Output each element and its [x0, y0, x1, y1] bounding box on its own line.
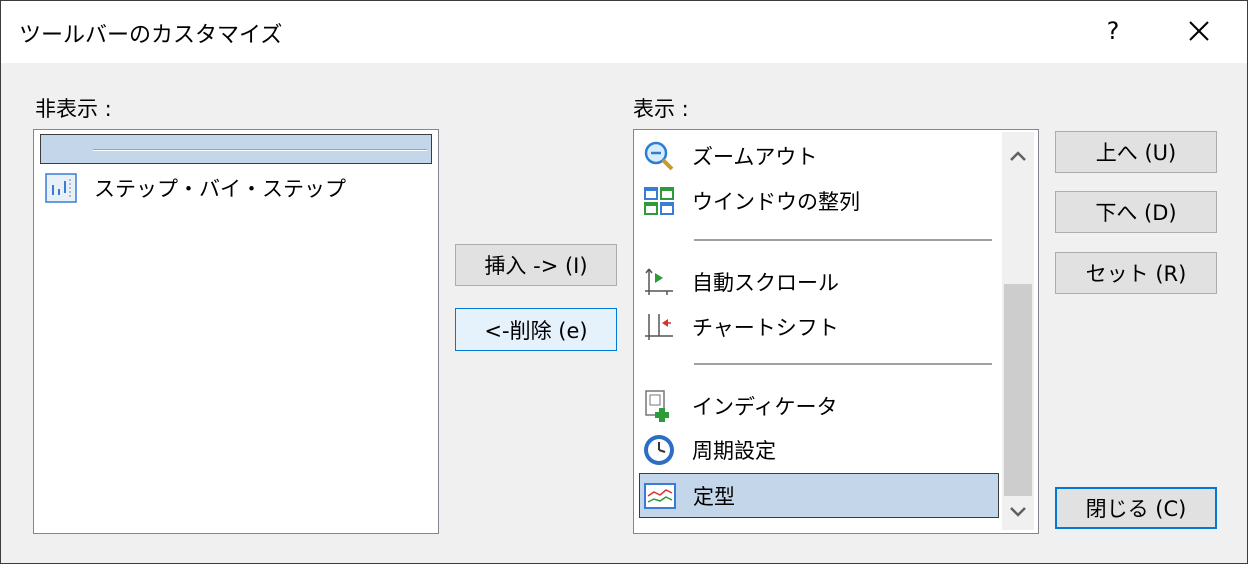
customize-toolbar-dialog: ツールバーのカスタマイズ ? 非表示 : ステップ・バイ・ステップ 挿入 -> …	[0, 0, 1248, 564]
shown-item-auto-scroll[interactable]: 自動スクロール	[634, 260, 1004, 304]
chart-shift-icon	[642, 310, 676, 344]
hidden-list-item-step-by-step[interactable]: ステップ・バイ・ステップ	[38, 166, 434, 210]
tile-windows-icon	[642, 184, 676, 218]
separator-line	[93, 149, 427, 151]
item-label: ウインドウの整列	[692, 190, 860, 214]
title-bar: ツールバーのカスタマイズ ?	[1, 1, 1247, 63]
dialog-title: ツールバーのカスタマイズ	[19, 23, 283, 48]
zoom-out-icon	[642, 139, 676, 173]
item-label: ズームアウト	[692, 145, 818, 169]
close-button[interactable]: 閉じる (C)	[1055, 487, 1217, 529]
auto-scroll-icon	[642, 265, 676, 299]
scroll-up-icon[interactable]	[1002, 140, 1034, 172]
hidden-list-label: 非表示 :	[35, 97, 112, 121]
hidden-list[interactable]: ステップ・バイ・ステップ	[33, 129, 439, 534]
close-icon[interactable]	[1181, 13, 1217, 49]
separator-line	[694, 363, 992, 365]
separator-line	[694, 239, 992, 241]
help-button[interactable]: ?	[1099, 13, 1127, 49]
clock-icon	[642, 433, 676, 467]
item-label: チャートシフト	[692, 316, 839, 340]
item-label: 自動スクロール	[692, 271, 839, 295]
scroll-thumb[interactable]	[1004, 284, 1032, 496]
indicator-add-icon	[642, 389, 676, 423]
shown-list[interactable]: ズームアウト ウインドウの整列 自動スクロール チャートシフト インディケータ …	[633, 129, 1039, 534]
reset-button[interactable]: セット (R)	[1055, 252, 1217, 294]
shown-item-chart-shift[interactable]: チャートシフト	[634, 305, 1004, 349]
shown-item-template[interactable]: 定型	[639, 473, 999, 518]
item-label: 周期設定	[692, 439, 776, 463]
delete-button[interactable]: <-削除 (e)	[455, 308, 617, 351]
move-down-button[interactable]: 下へ (D)	[1055, 191, 1217, 233]
item-label: 定型	[693, 484, 735, 509]
shown-item-separator[interactable]	[634, 346, 1004, 382]
template-icon	[643, 479, 677, 513]
shown-list-label: 表示 :	[633, 97, 689, 121]
shown-list-scrollbar[interactable]	[1002, 132, 1034, 530]
item-label: インディケータ	[692, 395, 838, 419]
shown-item-indicator[interactable]: インディケータ	[634, 384, 1004, 428]
shown-item-period[interactable]: 周期設定	[634, 428, 1004, 472]
item-label: ステップ・バイ・ステップ	[94, 177, 346, 201]
move-up-button[interactable]: 上へ (U)	[1055, 131, 1217, 173]
shown-item-separator[interactable]	[634, 222, 1004, 258]
shown-item-zoom-out[interactable]: ズームアウト	[634, 134, 1004, 178]
hidden-list-separator-item[interactable]	[40, 134, 432, 164]
shown-item-tile-windows[interactable]: ウインドウの整列	[634, 179, 1004, 223]
scroll-down-icon[interactable]	[1002, 496, 1034, 528]
insert-button[interactable]: 挿入 -> (I)	[455, 244, 617, 286]
step-by-step-icon	[44, 171, 78, 205]
